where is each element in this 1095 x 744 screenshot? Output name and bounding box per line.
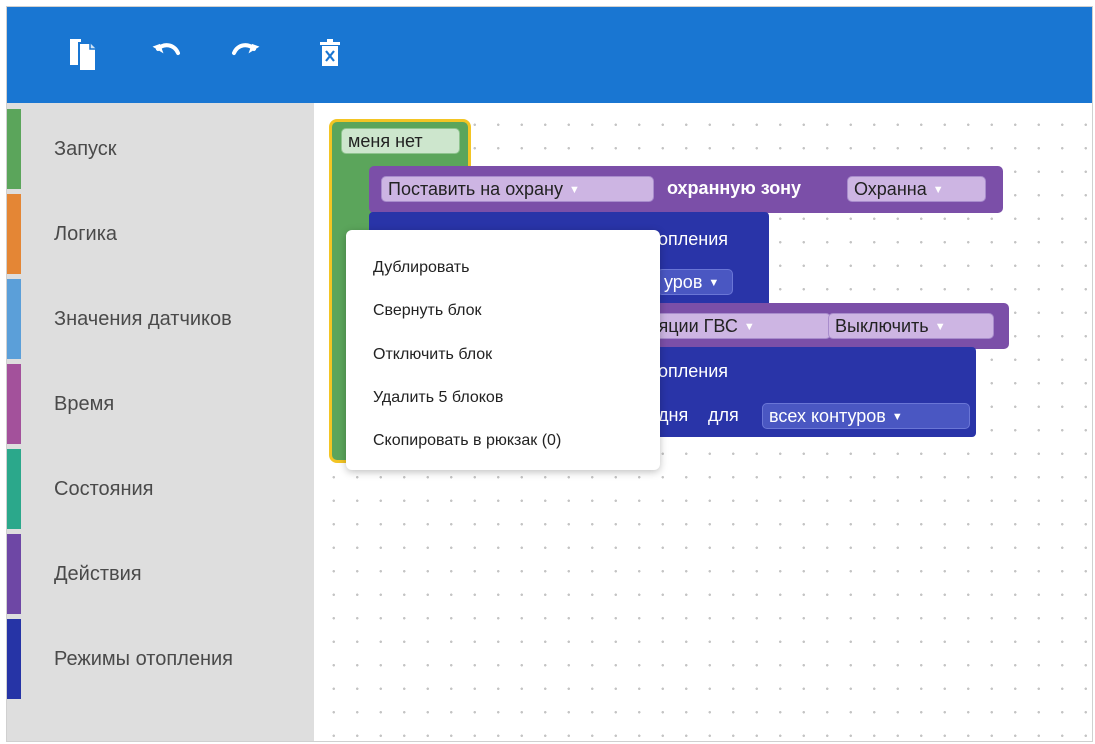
category-label: Запуск [54, 137, 117, 160]
menu-item-collapse[interactable]: Свернуть блок [373, 302, 481, 320]
arm-security-block[interactable]: Поставить на охрану ▼ охранную зону Охран… [369, 166, 1003, 213]
category-label: Логика [54, 222, 118, 245]
zone-value: Охранна [854, 179, 927, 199]
dropdown-arrow-icon: ▼ [934, 321, 946, 333]
category-states[interactable]: Состояния [7, 447, 314, 531]
state-dropdown[interactable]: Выключить ▼ [828, 313, 994, 339]
category-label: Состояния [54, 477, 154, 500]
category-actions[interactable]: Действия [7, 532, 314, 616]
category-label: Время [54, 392, 115, 415]
heating-text: опления [658, 229, 729, 249]
presence-dropdown[interactable]: меня нет [341, 128, 460, 154]
contour-value: уров [664, 272, 703, 292]
dropdown-arrow-icon: ▼ [708, 277, 720, 289]
toolbar [7, 7, 1092, 103]
security-zone-text: охранную зону [667, 178, 802, 198]
all-contours-value: всех контуров [769, 406, 886, 426]
category-label: Действия [54, 562, 142, 585]
circulation-dropdown[interactable]: ляции ГВС ▼ [641, 313, 831, 339]
category-label: Значения датчиков [54, 307, 232, 330]
menu-item-disable[interactable]: Отключить блок [373, 346, 492, 364]
all-contours-dropdown[interactable]: всех контуров ▼ [762, 403, 970, 429]
for-text: для [708, 405, 739, 425]
dropdown-arrow-icon: ▼ [932, 184, 944, 196]
category-launch[interactable]: Запуск [7, 107, 314, 191]
heating-text: опления [658, 361, 729, 381]
category-color-strip [7, 364, 21, 444]
trash-icon[interactable] [317, 33, 343, 73]
category-color-strip [7, 449, 21, 529]
block-context-menu: Дублировать Свернуть блок Отключить блок… [346, 230, 660, 470]
category-heating-modes[interactable]: Режимы отопления [7, 617, 314, 701]
category-color-strip [7, 109, 21, 189]
category-color-strip [7, 279, 21, 359]
category-sidebar: Запуск Логика Значения датчиков Время Со… [7, 103, 314, 741]
arm-action-value: Поставить на охрану [388, 179, 563, 199]
app-frame: Запуск Логика Значения датчиков Время Со… [6, 6, 1093, 742]
category-color-strip [7, 194, 21, 274]
menu-item-duplicate[interactable]: Дублировать [373, 259, 469, 277]
category-color-strip [7, 619, 21, 699]
category-color-strip [7, 534, 21, 614]
zone-dropdown[interactable]: Охранна ▼ [847, 176, 986, 202]
category-logic[interactable]: Логика [7, 192, 314, 276]
menu-item-delete[interactable]: Удалить 5 блоков [373, 389, 503, 407]
contour-dropdown[interactable]: уров ▼ [657, 269, 733, 295]
day-text: дня [658, 405, 689, 425]
dropdown-arrow-icon: ▼ [568, 184, 580, 196]
category-time[interactable]: Время [7, 362, 314, 446]
state-value: Выключить [835, 316, 929, 336]
undo-icon[interactable] [150, 33, 184, 73]
circulation-value: ляции ГВС [648, 316, 738, 336]
dropdown-arrow-icon: ▼ [891, 411, 903, 423]
dropdown-arrow-icon: ▼ [743, 321, 755, 333]
presence-dropdown-value: меня нет [348, 131, 423, 151]
copy-icon[interactable] [65, 33, 101, 73]
menu-item-copy-backpack[interactable]: Скопировать в рюкзак (0) [373, 432, 561, 450]
redo-icon[interactable] [228, 33, 262, 73]
arm-action-dropdown[interactable]: Поставить на охрану ▼ [381, 176, 654, 202]
category-sensor-values[interactable]: Значения датчиков [7, 277, 314, 361]
category-label: Режимы отопления [54, 647, 234, 670]
